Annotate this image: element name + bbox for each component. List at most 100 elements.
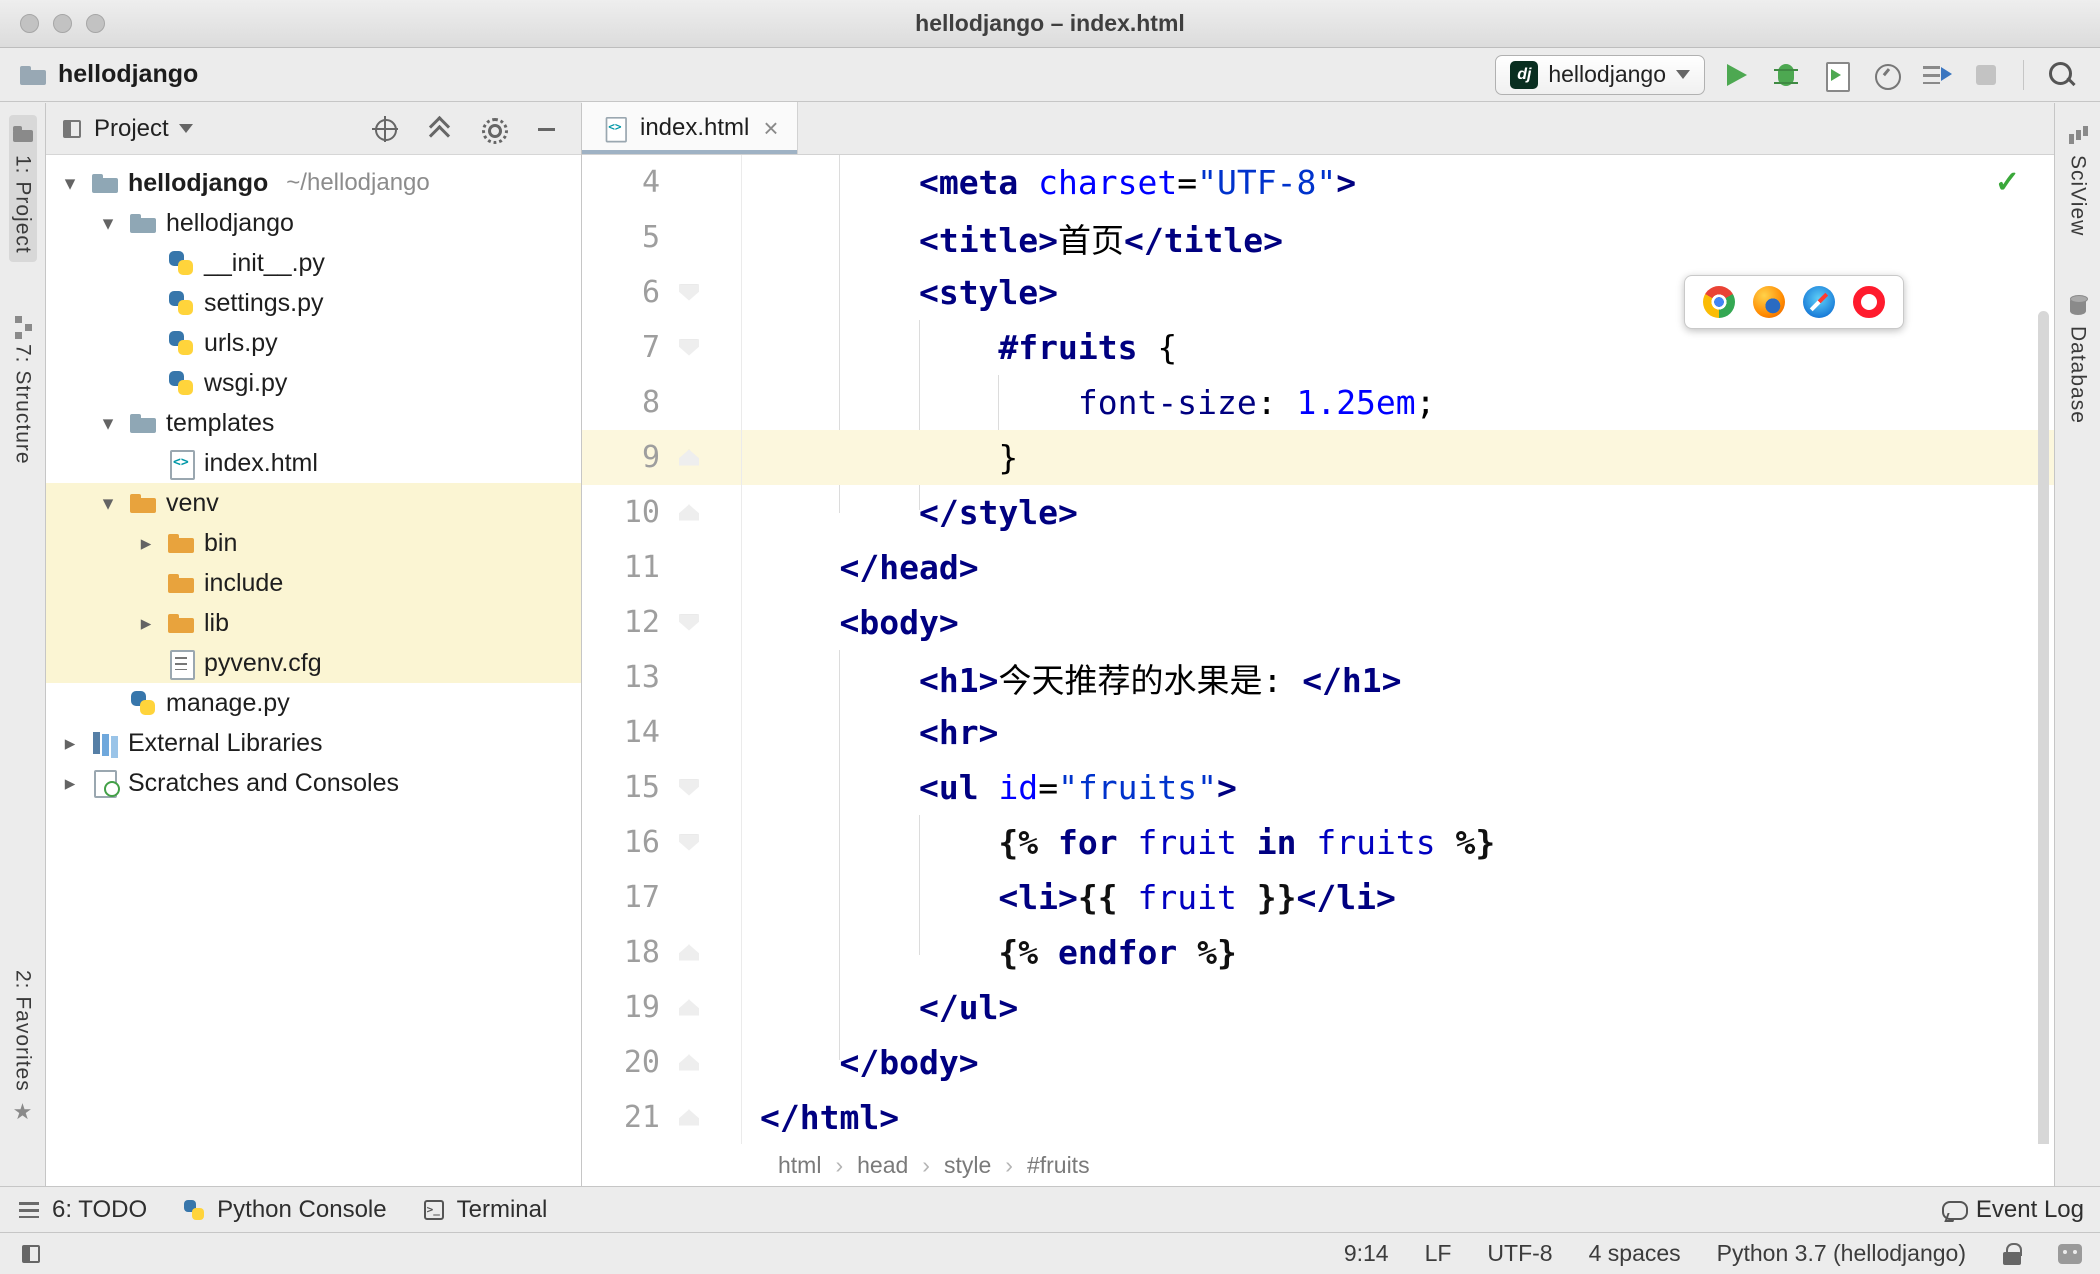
breadcrumb-style[interactable]: style [944, 1152, 991, 1179]
chevron-open-icon[interactable]: ▾ [58, 171, 82, 196]
chevron-open-icon[interactable]: ▾ [96, 491, 120, 516]
code-line-10[interactable]: 10 </style> [582, 485, 2054, 540]
fold-marker-icon[interactable] [679, 944, 699, 961]
tool-stripe-project[interactable]: 1: Project [8, 115, 37, 262]
code-line-21[interactable]: 21 </html> [582, 1090, 2054, 1144]
inspection-status-icon[interactable]: ✓ [1995, 165, 2020, 200]
code-line-14[interactable]: 14 <hr> [582, 705, 2054, 760]
chevron-open-icon[interactable]: ▾ [96, 211, 120, 236]
fold-marker-icon[interactable] [679, 504, 699, 521]
tree-item-external-libraries[interactable]: ▸ External Libraries [46, 723, 581, 763]
code-line-16[interactable]: 16 {% for fruit in fruits %} [582, 815, 2054, 870]
search-everywhere-icon[interactable] [2042, 56, 2080, 94]
code-text[interactable]: <h1>今天推荐的水果是: </h1> [742, 654, 1402, 702]
fold-marker-icon[interactable] [679, 1054, 699, 1071]
concurrency-diagram-button[interactable] [1917, 56, 1955, 94]
tree-item-scratches-and-consoles[interactable]: ▸ Scratches and Consoles [46, 763, 581, 803]
chevron-closed-icon[interactable]: ▸ [134, 611, 158, 636]
code-text[interactable]: </body> [742, 1043, 978, 1082]
code-text[interactable]: </ul> [742, 988, 1018, 1027]
code-text[interactable]: <body> [742, 603, 958, 642]
tool-stripe-favorites[interactable]: 2: Favorites ★ [9, 962, 37, 1132]
tool-window-todo[interactable]: 6: TODO [16, 1196, 147, 1224]
chevron-closed-icon[interactable]: ▸ [134, 531, 158, 556]
tool-window-python-console[interactable]: Python Console [181, 1196, 387, 1224]
code-line-11[interactable]: 11 </head> [582, 540, 2054, 595]
code-line-5[interactable]: 5 <title>首页</title> [582, 210, 2054, 265]
lock-icon[interactable] [2002, 1242, 2022, 1266]
code-line-12[interactable]: 12 <body> [582, 595, 2054, 650]
python-interpreter[interactable]: Python 3.7 (hellodjango) [1717, 1240, 1966, 1267]
code-line-13[interactable]: 13 <h1>今天推荐的水果是: </h1> [582, 650, 2054, 705]
tree-item-hellodjango[interactable]: ▾ hellodjango [46, 203, 581, 243]
run-with-coverage-button[interactable] [1817, 56, 1855, 94]
breadcrumb-html[interactable]: html [778, 1152, 821, 1179]
code-text[interactable]: <meta charset="UTF-8"> [742, 163, 1356, 202]
fold-marker-icon[interactable] [679, 449, 699, 466]
debug-button[interactable] [1767, 56, 1805, 94]
code-text[interactable]: </head> [742, 548, 978, 587]
run-configuration-selector[interactable]: dj hellodjango [1495, 54, 1705, 95]
fold-marker-icon[interactable] [679, 1109, 699, 1126]
tree-item-venv[interactable]: ▾ venv [46, 483, 581, 523]
tree-item-settings-py[interactable]: settings.py [46, 283, 581, 323]
event-log-button[interactable]: Event Log [1940, 1196, 2084, 1224]
caret-position[interactable]: 9:14 [1344, 1240, 1389, 1267]
navigation-bar-project[interactable]: hellodjango [58, 60, 198, 89]
collapse-all-icon[interactable] [425, 115, 453, 143]
close-tab-icon[interactable]: × [763, 113, 778, 144]
tree-item-hellodjango[interactable]: ▾ hellodjango ~/hellodjango [46, 163, 581, 203]
fold-marker-icon[interactable] [679, 339, 699, 356]
code-text[interactable]: </style> [742, 493, 1078, 532]
file-encoding[interactable]: UTF-8 [1487, 1240, 1552, 1267]
opera-icon[interactable] [1853, 286, 1885, 318]
chevron-closed-icon[interactable]: ▸ [58, 771, 82, 796]
gear-icon[interactable] [479, 115, 508, 144]
project-panel-title[interactable]: Project [94, 115, 169, 143]
locate-file-icon[interactable] [371, 115, 399, 143]
chevron-down-icon[interactable] [178, 124, 193, 133]
code-text[interactable]: <li>{{ fruit }}</li> [742, 878, 1395, 917]
code-text[interactable]: font-size: 1.25em; [742, 383, 1436, 422]
code-line-17[interactable]: 17 <li>{{ fruit }}</li> [582, 870, 2054, 925]
tree-item-include[interactable]: include [46, 563, 581, 603]
fold-marker-icon[interactable] [679, 614, 699, 631]
tree-item--init-py[interactable]: __init__.py [46, 243, 581, 283]
code-text[interactable]: #fruits { [742, 328, 1177, 367]
code-text[interactable]: <ul id="fruits"> [742, 768, 1237, 807]
code-text[interactable]: {% for fruit in fruits %} [742, 823, 1495, 862]
chevron-closed-icon[interactable]: ▸ [58, 731, 82, 756]
code-line-9[interactable]: 9 } [582, 430, 2054, 485]
fold-marker-icon[interactable] [679, 779, 699, 796]
stop-button[interactable] [1967, 56, 2005, 94]
code-editor[interactable]: 4 <meta charset="UTF-8"> 5 <title>首页</tit… [582, 155, 2054, 1144]
code-text[interactable]: <style> [742, 273, 1058, 312]
firefox-icon[interactable] [1753, 286, 1785, 318]
fold-marker-icon[interactable] [679, 284, 699, 301]
code-text[interactable]: {% endfor %} [742, 933, 1236, 972]
editor-scrollbar[interactable] [2038, 311, 2049, 1144]
safari-icon[interactable] [1803, 286, 1835, 318]
tree-item-urls-py[interactable]: urls.py [46, 323, 581, 363]
tool-stripe-sciview[interactable]: SciView [2064, 115, 2092, 244]
ide-widget-icon[interactable] [2058, 1243, 2082, 1264]
line-separator[interactable]: LF [1425, 1240, 1452, 1267]
code-line-15[interactable]: 15 <ul id="fruits"> [582, 760, 2054, 815]
tree-item-index-html[interactable]: index.html [46, 443, 581, 483]
tree-item-manage-py[interactable]: manage.py [46, 683, 581, 723]
tool-stripe-structure[interactable]: 7: Structure [9, 304, 37, 473]
code-line-19[interactable]: 19 </ul> [582, 980, 2054, 1035]
code-line-20[interactable]: 20 </body> [582, 1035, 2054, 1090]
tree-item-wsgi-py[interactable]: wsgi.py [46, 363, 581, 403]
run-button[interactable] [1717, 56, 1755, 94]
tree-item-templates[interactable]: ▾ templates [46, 403, 581, 443]
breadcrumb-fruits[interactable]: #fruits [1027, 1152, 1090, 1179]
fold-marker-icon[interactable] [679, 834, 699, 851]
code-text[interactable]: } [742, 438, 1018, 477]
code-line-4[interactable]: 4 <meta charset="UTF-8"> [582, 155, 2054, 210]
profiler-button[interactable] [1867, 56, 1905, 94]
tab-index-html[interactable]: index.html × [582, 102, 798, 154]
tool-window-switcher-icon[interactable] [18, 1241, 44, 1267]
tree-item-bin[interactable]: ▸ bin [46, 523, 581, 563]
code-line-8[interactable]: 8 font-size: 1.25em; [582, 375, 2054, 430]
